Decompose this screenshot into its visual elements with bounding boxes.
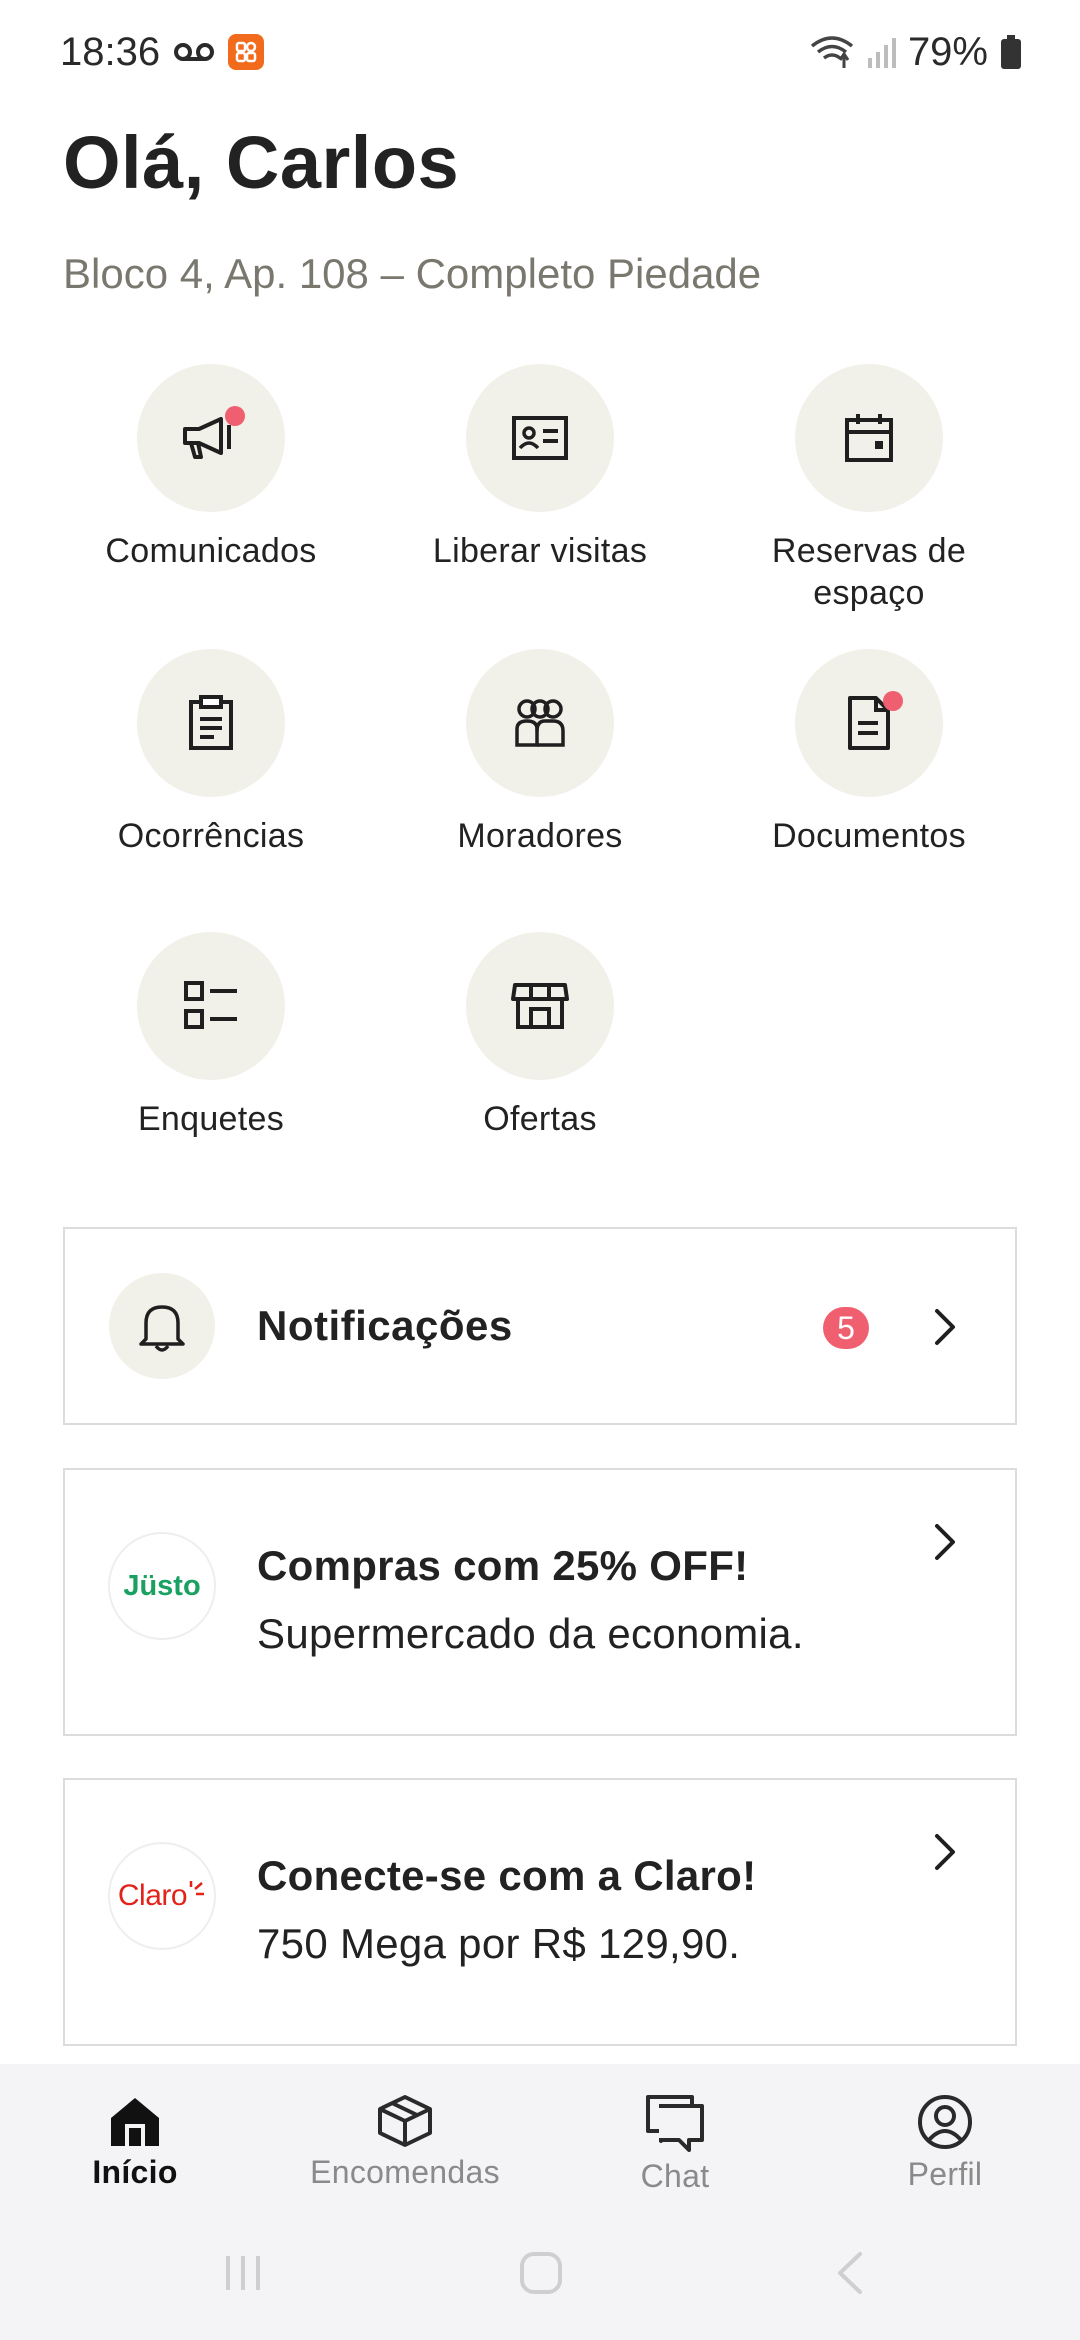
reservas-circle[interactable] xyxy=(795,364,943,512)
nav-inicio-label: Início xyxy=(92,2154,178,2190)
calendar-icon xyxy=(845,414,893,462)
chevron-right-icon xyxy=(935,1834,955,1870)
unread-dot xyxy=(883,691,903,711)
liberar-visitas-label: Liberar visitas xyxy=(432,532,648,570)
chat-icon xyxy=(646,2095,704,2152)
nav-perfil-label: Perfil xyxy=(907,2156,983,2192)
justo-logo: Jüsto xyxy=(108,1532,216,1640)
enquetes-label: Enquetes xyxy=(137,1100,285,1138)
nav-chat-label: Chat xyxy=(640,2158,710,2194)
promo-subtitle: Supermercado da economia. xyxy=(257,1610,804,1657)
signal-icon xyxy=(867,38,896,68)
notifications-card[interactable]: Notificações 5 xyxy=(63,1227,1017,1425)
status-time: 18:36 xyxy=(60,29,161,74)
clipboard-icon xyxy=(189,695,233,750)
wifi-icon xyxy=(810,36,854,68)
status-bar: 18:36 79% xyxy=(0,0,1080,104)
notifications-title: Notificações xyxy=(257,1302,513,1349)
documentos-circle[interactable] xyxy=(795,649,943,797)
shortcut-moradores[interactable]: Moradores xyxy=(375,649,705,857)
claro-logo: Claro xyxy=(108,1842,216,1950)
app-notification-icon xyxy=(228,34,265,70)
status-left: 18:36 xyxy=(60,29,265,75)
battery-percent: 79% xyxy=(907,29,988,74)
ocorrencias-label: Ocorrências xyxy=(117,817,305,855)
bell-icon xyxy=(139,1305,185,1352)
nav-encomendas[interactable]: Encomendas xyxy=(270,2094,540,2191)
home-button-icon[interactable] xyxy=(518,2250,564,2296)
recent-apps-icon[interactable] xyxy=(220,2250,266,2296)
documentos-label: Documentos xyxy=(772,817,966,855)
enquetes-circle[interactable] xyxy=(137,932,285,1080)
notifications-count-badge: 5 xyxy=(823,1307,869,1349)
list-icon xyxy=(184,981,237,1029)
claro-rays-icon xyxy=(189,1881,205,1896)
bell-circle xyxy=(109,1273,215,1379)
shortcut-comunicados[interactable]: Comunicados xyxy=(46,364,376,572)
battery-icon xyxy=(1001,35,1021,69)
comunicados-label: Comunicados xyxy=(105,532,317,570)
promo-card-claro[interactable]: Claro Conecte-se com a Claro! 750 Mega p… xyxy=(63,1778,1017,2046)
chevron-right-icon xyxy=(935,1309,955,1345)
chevron-right-icon xyxy=(935,1524,955,1560)
nav-perfil[interactable]: Perfil xyxy=(810,2094,1080,2193)
nav-encomendas-label: Encomendas xyxy=(310,2154,500,2190)
package-icon xyxy=(378,2095,432,2147)
moradores-circle[interactable] xyxy=(466,649,614,797)
shortcut-documentos[interactable]: Documentos xyxy=(704,649,1034,857)
shortcut-reservas[interactable]: Reservas de espaço xyxy=(704,364,1034,614)
unit-address: Bloco 4, Ap. 108 – Completo Piedade xyxy=(63,250,762,297)
moradores-label: Moradores xyxy=(457,817,623,855)
voicemail-icon xyxy=(174,43,215,61)
store-icon xyxy=(511,983,569,1029)
ofertas-circle[interactable] xyxy=(466,932,614,1080)
shortcut-liberar-visitas[interactable]: Liberar visitas xyxy=(375,364,705,572)
reservas-label: Reservas de espaço xyxy=(771,532,967,612)
unread-dot xyxy=(225,406,245,426)
back-icon[interactable] xyxy=(830,2250,870,2296)
nav-inicio[interactable]: Início xyxy=(0,2094,270,2191)
profile-icon xyxy=(918,2095,972,2149)
home-icon xyxy=(111,2098,159,2146)
shortcut-ofertas[interactable]: Ofertas xyxy=(375,932,705,1140)
liberar-visitas-circle[interactable] xyxy=(466,364,614,512)
greeting-title: Olá, Carlos xyxy=(63,121,460,204)
nav-chat[interactable]: Chat xyxy=(540,2094,810,2195)
promo-subtitle: 750 Mega por R$ 129,90. xyxy=(257,1920,741,1967)
id-card-icon xyxy=(512,416,568,460)
shortcut-enquetes[interactable]: Enquetes xyxy=(46,932,376,1140)
shortcut-ocorrencias[interactable]: Ocorrências xyxy=(46,649,376,857)
system-navigation xyxy=(0,2250,1080,2310)
ofertas-label: Ofertas xyxy=(483,1100,597,1138)
promo-title: Compras com 25% OFF! xyxy=(257,1542,749,1589)
status-right: 79% xyxy=(810,30,1022,75)
people-icon xyxy=(515,699,565,747)
ocorrencias-circle[interactable] xyxy=(137,649,285,797)
promo-title: Conecte-se com a Claro! xyxy=(257,1852,757,1899)
comunicados-circle[interactable] xyxy=(137,364,285,512)
promo-card-justo[interactable]: Jüsto Compras com 25% OFF! Supermercado … xyxy=(63,1468,1017,1736)
